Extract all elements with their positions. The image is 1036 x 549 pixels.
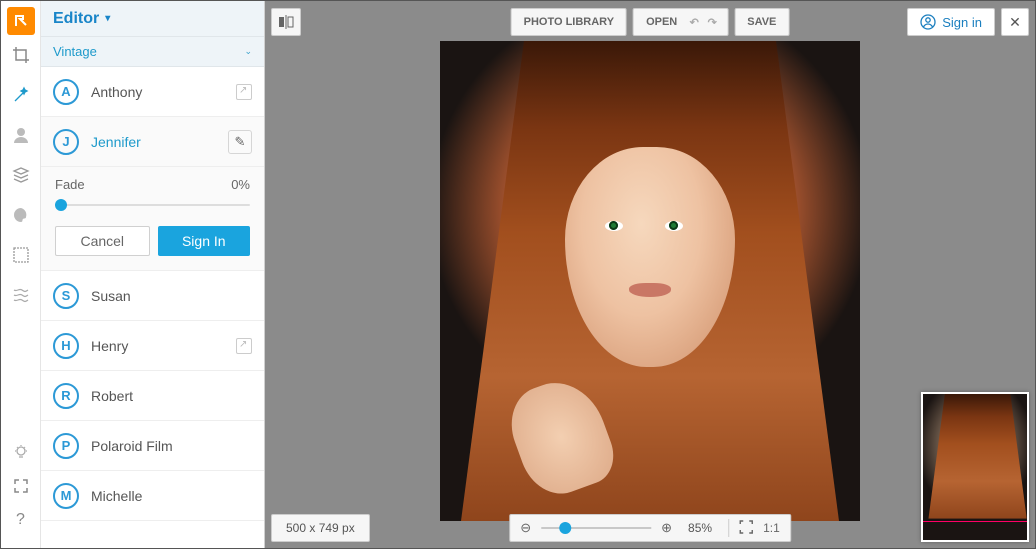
preset-item-polaroid[interactable]: P Polaroid Film (41, 421, 264, 471)
zoom-out-icon[interactable]: ⊖ (520, 520, 531, 536)
open-label: OPEN (646, 16, 677, 28)
layers-icon[interactable] (7, 161, 35, 189)
category-dropdown[interactable]: Vintage ⌄ (41, 37, 264, 67)
preset-badge: H (53, 333, 79, 359)
chevron-down-icon: ▾ (105, 13, 110, 24)
preset-label: Jennifer (91, 134, 141, 150)
fade-slider[interactable] (55, 198, 250, 212)
preset-badge: S (53, 283, 79, 309)
frame-icon[interactable] (7, 241, 35, 269)
popout-icon[interactable] (236, 338, 252, 354)
preset-badge: A (53, 79, 79, 105)
zoom-controls: ⊖ ⊕ 85% 1:1 (509, 514, 791, 542)
panel-title[interactable]: Editor ▾ (41, 1, 264, 37)
zoom-in-icon[interactable]: ⊕ (661, 520, 672, 536)
brush-icon[interactable]: ✎ (228, 130, 252, 154)
sign-in-top-button[interactable]: Sign in (907, 8, 995, 36)
preset-badge: M (53, 483, 79, 509)
undo-icon: ↶ (685, 16, 703, 29)
preset-item-anthony[interactable]: A Anthony (41, 67, 264, 117)
app-logo[interactable] (7, 7, 35, 35)
close-button[interactable]: ✕ (1001, 8, 1029, 36)
magic-wand-icon[interactable] (7, 81, 35, 109)
redo-icon: ↷ (703, 16, 721, 29)
preset-label: Polaroid Film (91, 438, 173, 454)
preset-badge: R (53, 383, 79, 409)
preset-item-henry[interactable]: H Henry (41, 321, 264, 371)
preset-options: Fade 0% Cancel Sign In (41, 167, 264, 271)
texture-icon[interactable] (7, 281, 35, 309)
fade-value: 0% (231, 177, 250, 192)
image-dimensions: 500 x 749 px (271, 514, 370, 542)
portrait-icon[interactable] (7, 121, 35, 149)
popout-icon[interactable] (236, 84, 252, 100)
preset-item-michelle[interactable]: M Michelle (41, 471, 264, 521)
preset-label: Henry (91, 338, 128, 354)
preset-label: Susan (91, 288, 131, 304)
sign-in-button[interactable]: Sign In (158, 226, 251, 256)
preset-badge: P (53, 433, 79, 459)
preset-item-robert[interactable]: R Robert (41, 371, 264, 421)
fullscreen-icon[interactable] (7, 472, 35, 500)
zoom-percent: 85% (682, 521, 718, 535)
navigator-thumbnail[interactable] (921, 392, 1029, 542)
fit-screen-icon[interactable] (739, 520, 753, 537)
preset-item-jennifer[interactable]: J Jennifer ✎ (41, 117, 264, 167)
cancel-button[interactable]: Cancel (55, 226, 150, 256)
preset-label: Robert (91, 388, 133, 404)
category-label: Vintage (53, 44, 97, 59)
one-to-one-button[interactable]: 1:1 (763, 521, 780, 535)
photo-library-button[interactable]: PHOTO LIBRARY (511, 8, 627, 36)
open-button[interactable]: OPEN ↶ ↷ (633, 8, 728, 36)
preset-label: Anthony (91, 84, 142, 100)
user-icon (920, 14, 936, 30)
canvas-image[interactable] (440, 41, 860, 521)
palette-icon[interactable] (7, 201, 35, 229)
sign-in-top-label: Sign in (942, 15, 982, 30)
preset-badge: J (53, 129, 79, 155)
zoom-slider[interactable] (541, 527, 651, 529)
preset-label: Michelle (91, 488, 142, 504)
app-title-text: Editor (53, 10, 99, 28)
compare-toggle[interactable] (271, 8, 301, 36)
save-button[interactable]: SAVE (734, 8, 789, 36)
preset-item-susan[interactable]: S Susan (41, 271, 264, 321)
fade-label: Fade (55, 177, 85, 192)
lightbulb-icon[interactable] (7, 438, 35, 466)
crop-icon[interactable] (7, 41, 35, 69)
help-icon[interactable]: ? (7, 506, 35, 534)
chevron-down-icon: ⌄ (244, 46, 252, 57)
